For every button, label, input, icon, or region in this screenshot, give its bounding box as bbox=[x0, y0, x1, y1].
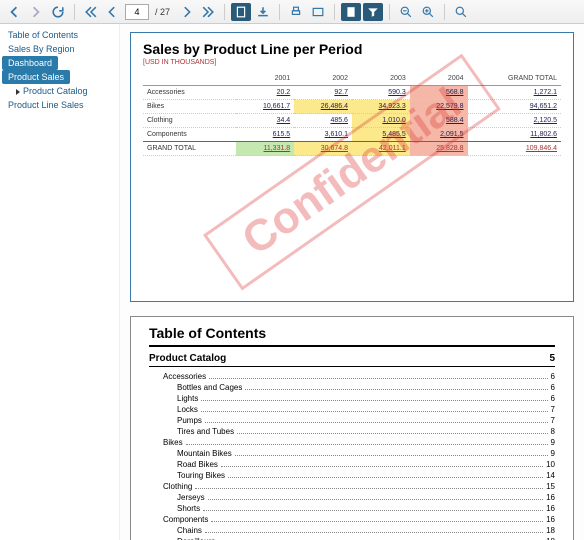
table-total-row: GRAND TOTAL11,331.830,674.842,011.125,82… bbox=[143, 142, 561, 156]
toc-row[interactable]: Components16 bbox=[149, 514, 555, 525]
toc-row[interactable]: Clothing15 bbox=[149, 481, 555, 492]
outline-item-sales-region[interactable]: Sales By Region bbox=[2, 42, 117, 56]
outline-item-product-line-sales[interactable]: Product Line Sales bbox=[2, 98, 117, 112]
report-title: Sales by Product Line per Period bbox=[143, 41, 561, 57]
toc-row[interactable]: Road Bikes10 bbox=[149, 459, 555, 470]
table-row: Components615.53,610.15,485.52,091.511,8… bbox=[143, 128, 561, 142]
document-outline: Table of Contents Sales By Region Dashbo… bbox=[0, 24, 120, 540]
report-subtitle: [USD IN THOUSANDS] bbox=[143, 59, 561, 66]
toc-title: Table of Contents bbox=[149, 325, 555, 347]
page-total: / 27 bbox=[155, 7, 170, 17]
toc-row[interactable]: Shorts16 bbox=[149, 503, 555, 514]
print-icon[interactable] bbox=[286, 3, 306, 21]
zoom-out-icon[interactable] bbox=[396, 3, 416, 21]
outline-item-dashboard[interactable]: Dashboard bbox=[2, 56, 58, 70]
toc-row[interactable]: Tires and Tubes8 bbox=[149, 426, 555, 437]
toc-row[interactable]: Locks7 bbox=[149, 404, 555, 415]
separator bbox=[389, 4, 390, 20]
toc-row[interactable]: Derailleurs18 bbox=[149, 536, 555, 540]
prev-page-icon[interactable] bbox=[103, 3, 123, 21]
last-page-icon[interactable] bbox=[198, 3, 218, 21]
page-view-icon[interactable] bbox=[231, 3, 251, 21]
toc-row[interactable]: Lights6 bbox=[149, 393, 555, 404]
toc-row[interactable]: Accessories6 bbox=[149, 371, 555, 382]
filter-icon[interactable] bbox=[363, 3, 383, 21]
toc-section: Product Catalog5 bbox=[149, 353, 555, 367]
separator bbox=[279, 4, 280, 20]
refresh-icon[interactable] bbox=[48, 3, 68, 21]
toc-row[interactable]: Mountain Bikes9 bbox=[149, 448, 555, 459]
table-row: Bikes10,661.726,486.434,923.322,579.894,… bbox=[143, 100, 561, 114]
page-input[interactable] bbox=[125, 4, 149, 20]
separator bbox=[334, 4, 335, 20]
search-icon[interactable] bbox=[451, 3, 471, 21]
download-icon[interactable] bbox=[253, 3, 273, 21]
toolbar: / 27 bbox=[0, 0, 584, 24]
toc-row[interactable]: Pumps7 bbox=[149, 415, 555, 426]
report-viewport[interactable]: Sales by Product Line per Period [USD IN… bbox=[120, 24, 584, 540]
report-page-toc: Table of Contents Product Catalog5 Acces… bbox=[130, 316, 574, 540]
report-page-sales: Sales by Product Line per Period [USD IN… bbox=[130, 32, 574, 302]
toc-row[interactable]: Jerseys16 bbox=[149, 492, 555, 503]
toc-row[interactable]: Touring Bikes14 bbox=[149, 470, 555, 481]
zoom-in-icon[interactable] bbox=[418, 3, 438, 21]
nav-back-icon[interactable] bbox=[4, 3, 24, 21]
toc-row[interactable]: Chains18 bbox=[149, 525, 555, 536]
table-row: Clothing34.4485.61,010.0588.42,120.5 bbox=[143, 114, 561, 128]
first-page-icon[interactable] bbox=[81, 3, 101, 21]
export-icon[interactable] bbox=[308, 3, 328, 21]
table-row: Accessories20.292.7590.3568.81,272.1 bbox=[143, 86, 561, 100]
toc-row[interactable]: Bottles and Cages6 bbox=[149, 382, 555, 393]
separator bbox=[224, 4, 225, 20]
nav-forward-icon[interactable] bbox=[26, 3, 46, 21]
next-page-icon[interactable] bbox=[176, 3, 196, 21]
outline-item-product-sales[interactable]: Product Sales bbox=[2, 70, 70, 84]
sales-table: 2001200220032004GRAND TOTAL Accessories2… bbox=[143, 72, 561, 156]
separator bbox=[444, 4, 445, 20]
outline-item-product-catalog[interactable]: Product Catalog bbox=[2, 84, 117, 98]
report-icon[interactable] bbox=[341, 3, 361, 21]
toc-row[interactable]: Bikes9 bbox=[149, 437, 555, 448]
outline-item-toc[interactable]: Table of Contents bbox=[2, 28, 117, 42]
separator bbox=[74, 4, 75, 20]
chevron-right-icon bbox=[16, 89, 20, 95]
